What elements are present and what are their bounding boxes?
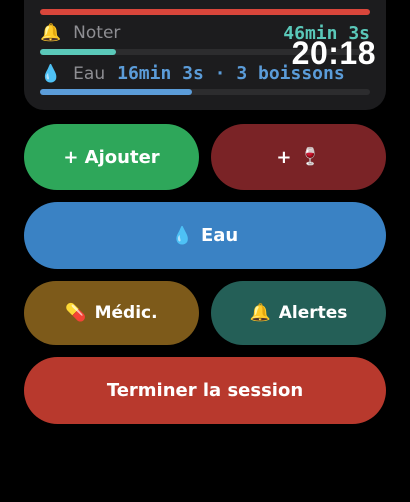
- eau-progress-fill: [40, 89, 192, 95]
- bell-icon: 🔔: [249, 303, 271, 323]
- eau-label: Eau: [73, 63, 106, 84]
- alerts-button[interactable]: 🔔 Alertes: [211, 281, 386, 345]
- end-session-button[interactable]: Terminer la session: [24, 357, 386, 424]
- add-button-label: + Ajouter: [63, 146, 160, 168]
- add-wine-plus: +: [276, 146, 292, 168]
- wine-glass-icon: 🍷: [299, 147, 321, 167]
- meds-button-label: Médic.: [94, 303, 158, 323]
- alerts-button-label: Alertes: [278, 303, 348, 323]
- water-drop-icon: 💧: [40, 63, 62, 84]
- session-progress-bar: [40, 9, 370, 15]
- water-button[interactable]: 💧 Eau: [24, 202, 386, 269]
- meds-button[interactable]: 💊 Médic.: [24, 281, 199, 345]
- bell-icon: 🔔: [40, 23, 62, 43]
- noter-progress-fill: [40, 49, 116, 55]
- water-button-label: Eau: [200, 225, 239, 246]
- pill-icon: 💊: [65, 303, 87, 323]
- end-session-label: Terminer la session: [106, 380, 304, 401]
- noter-label: Noter: [73, 23, 121, 43]
- eau-progress-track: [40, 89, 370, 95]
- water-drop-icon: 💧: [171, 225, 193, 246]
- clock: 20:18: [291, 35, 376, 71]
- add-wine-button[interactable]: + 🍷: [211, 124, 386, 190]
- add-button[interactable]: + Ajouter: [24, 124, 199, 190]
